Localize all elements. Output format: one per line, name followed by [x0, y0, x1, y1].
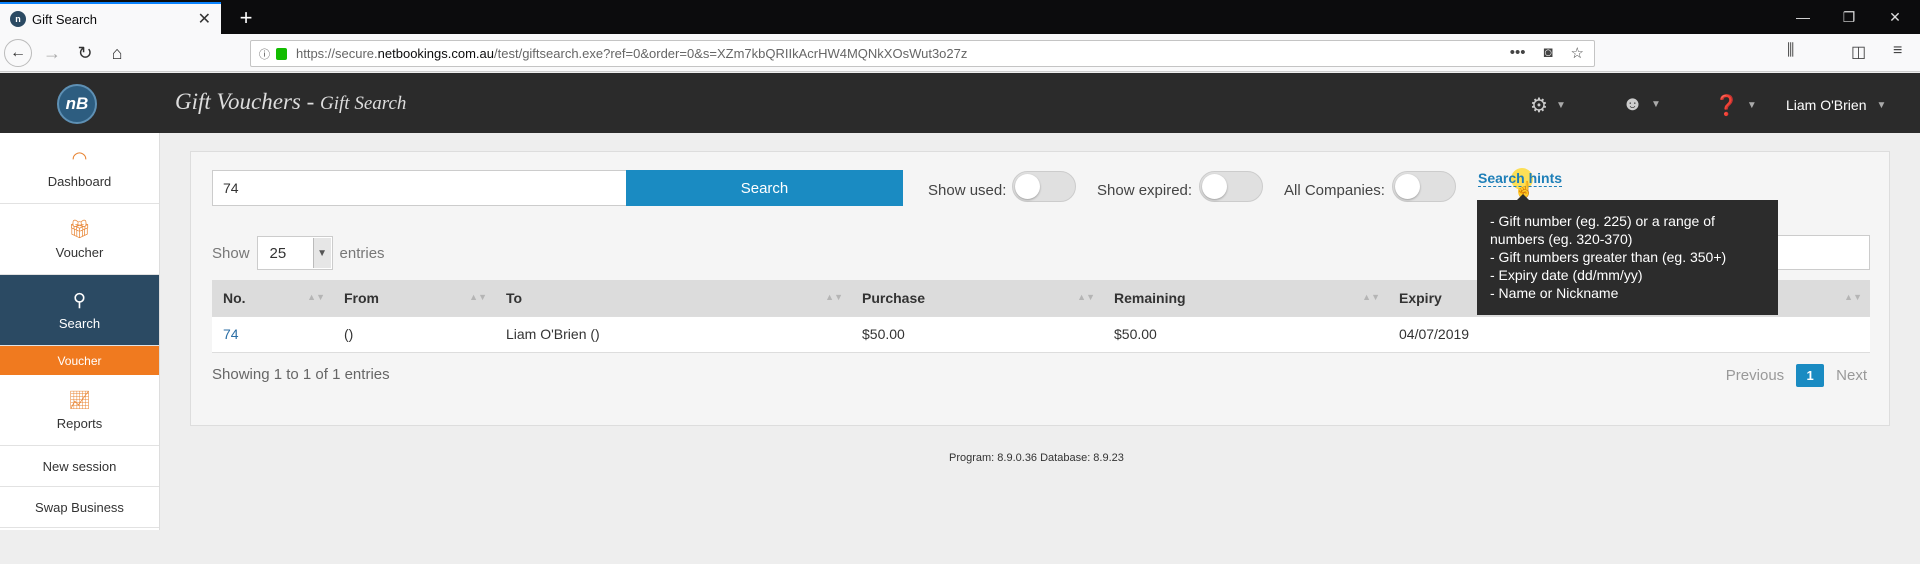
table-row: 74 () Liam O'Brien () $50.00 $50.00 04/0… — [212, 315, 1870, 353]
library-icon[interactable]: ⫼ — [1787, 42, 1794, 60]
minimize-icon[interactable]: — — [1780, 0, 1826, 34]
chevron-down-icon: ▼ — [1746, 100, 1757, 111]
sidebar: ◠ Dashboard 🎁︎ Voucher ⚲ Search Voucher … — [0, 133, 160, 530]
column-header-no[interactable]: No. ▲▼ — [212, 280, 333, 316]
next-button[interactable]: Next — [1836, 367, 1867, 384]
gears-icon: ⚙ — [1530, 95, 1548, 117]
cell-extra — [1556, 315, 1870, 353]
chevron-down-icon: ▼ — [1651, 99, 1661, 110]
home-icon[interactable]: ⌂ — [103, 39, 131, 67]
reload-icon[interactable]: ↻ — [71, 39, 99, 67]
search-icon: ⚲ — [72, 289, 87, 310]
show-expired-label: Show expired: — [1097, 182, 1193, 199]
sidebar-item-reports[interactable]: 📈︎ Reports — [0, 375, 159, 446]
user-name: Liam O'Brien — [1786, 97, 1867, 113]
gift-number-link[interactable]: 74 — [212, 315, 333, 353]
restore-icon[interactable]: ❐ — [1826, 0, 1872, 34]
sidebar-item-label: Dashboard — [47, 173, 112, 189]
tab-title: Gift Search — [32, 11, 98, 27]
sidebar-item-label: Voucher — [55, 244, 104, 260]
chevron-down-icon: ▼ — [1555, 100, 1566, 111]
menu-icon[interactable]: ≡ — [1893, 42, 1902, 60]
version-footer: Program: 8.9.0.36 Database: 8.9.23 — [949, 452, 1124, 464]
help-icon: ❓ — [1714, 95, 1739, 117]
search-input[interactable]: 74 — [212, 170, 627, 206]
page-button-current[interactable]: 1 — [1796, 364, 1825, 387]
sidebar-item-dashboard[interactable]: ◠ Dashboard — [0, 133, 159, 204]
cell-purchase: $50.00 — [851, 315, 1103, 353]
hint-line: - Expiry date (dd/mm/yy) — [1490, 267, 1643, 283]
help-menu[interactable]: ❓ ▼ — [1714, 93, 1757, 118]
page-title: Gift Vouchers - Gift Search — [175, 89, 407, 114]
close-window-icon[interactable]: ✕ — [1872, 0, 1918, 34]
chart-icon: 📈︎ — [68, 389, 91, 410]
previous-button[interactable]: Previous — [1726, 367, 1784, 384]
site-favicon-icon: n — [10, 11, 26, 27]
column-header-remaining[interactable]: Remaining ▲▼ — [1103, 280, 1388, 316]
search-button[interactable]: Search — [626, 170, 903, 206]
show-label: Show — [212, 244, 250, 262]
browser-tab[interactable]: n Gift Search ✕ — [0, 2, 221, 34]
chevron-down-icon: ▼ — [312, 238, 331, 268]
pocket-icon[interactable]: ◙ — [1543, 44, 1552, 62]
sidebar-item-label: Search — [58, 315, 101, 331]
column-header-from[interactable]: From ▲▼ — [333, 280, 495, 316]
page-actions-icon[interactable]: ••• — [1510, 44, 1526, 62]
chevron-down-icon: ▼ — [1876, 99, 1887, 111]
page-info-icon[interactable]: ⓘ — [259, 46, 270, 62]
page-size-select[interactable]: 25 ▼ — [256, 236, 333, 270]
settings-menu[interactable]: ⚙ ▼ — [1530, 93, 1566, 118]
bookmark-star-icon[interactable]: ☆ — [1571, 44, 1584, 62]
table-info: Showing 1 to 1 of 1 entries — [212, 366, 390, 383]
entries-label: entries — [339, 244, 385, 262]
hint-line: numbers (eg. 320-370) — [1490, 231, 1633, 247]
cell-remaining: $50.00 — [1103, 315, 1388, 353]
user-ninja-icon: ☻ — [1622, 93, 1644, 115]
swap-business-link[interactable]: Swap Business — [0, 487, 159, 528]
forward-icon[interactable]: → — [38, 39, 66, 67]
show-used-toggle[interactable] — [1012, 171, 1076, 202]
url-text: https://secure.netbookings.com.au/test/g… — [296, 46, 968, 61]
app-header: nB Gift Vouchers - Gift Search ⚙ ▼ ☻ ▼ ❓ ▼ … — [0, 73, 1920, 133]
all-companies-label: All Companies: — [1284, 182, 1385, 199]
new-session-link[interactable]: New session — [0, 446, 159, 487]
hint-line: - Gift number (eg. 225) or a range of — [1490, 213, 1715, 229]
close-tab-icon[interactable]: ✕ — [198, 9, 211, 29]
browser-nav-bar: ← → ↻ ⌂ ⓘ https://secure.netbookings.com… — [0, 34, 1920, 72]
column-header-to[interactable]: To ▲▼ — [495, 280, 851, 316]
cell-expiry: 04/07/2019 — [1388, 315, 1556, 353]
user-menu[interactable]: Liam O'Brien ▼ — [1786, 97, 1886, 113]
browser-tab-bar: n Gift Search ✕ + — ❐ ✕ — [0, 0, 1920, 34]
page-size-control: Show 25 ▼ entries — [212, 236, 385, 270]
staff-menu[interactable]: ☻ ▼ — [1622, 93, 1661, 116]
back-icon[interactable]: ← — [4, 39, 32, 67]
new-tab-icon[interactable]: + — [232, 4, 260, 32]
sidebar-item-voucher[interactable]: 🎁︎ Voucher — [0, 204, 159, 275]
cell-to: Liam O'Brien () — [495, 315, 851, 353]
hint-line: - Name or Nickname — [1490, 285, 1619, 301]
pagination: Previous 1 Next — [1726, 364, 1867, 387]
url-bar[interactable]: ⓘ https://secure.netbookings.com.au/test… — [250, 40, 1595, 67]
sidebar-toggle-icon[interactable]: ◫ — [1851, 42, 1866, 62]
column-header-purchase[interactable]: Purchase ▲▼ — [851, 280, 1103, 316]
sidebar-item-label: Reports — [56, 415, 103, 431]
hint-line: - Gift numbers greater than (eg. 350+) — [1490, 249, 1727, 265]
app-logo[interactable]: nB — [57, 84, 97, 124]
search-hints-tooltip: - Gift number (eg. 225) or a range of nu… — [1477, 194, 1778, 315]
cell-from: () — [333, 315, 495, 353]
sidebar-subitem-voucher[interactable]: Voucher — [0, 346, 159, 375]
lock-icon — [276, 47, 287, 60]
gauge-icon: ◠ — [71, 147, 88, 168]
show-expired-toggle[interactable] — [1199, 171, 1263, 202]
show-used-label: Show used: — [928, 182, 1007, 199]
all-companies-toggle[interactable] — [1392, 171, 1456, 202]
gift-icon: 🎁︎ — [68, 218, 91, 239]
sidebar-item-search[interactable]: ⚲ Search — [0, 275, 159, 346]
